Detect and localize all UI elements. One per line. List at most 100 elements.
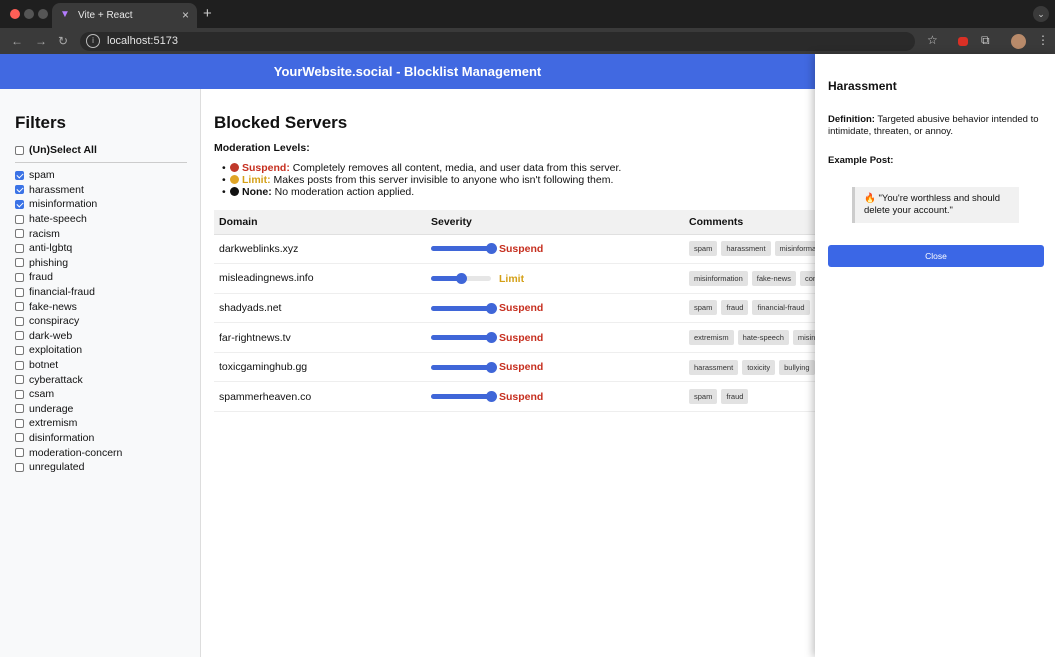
filter-checkbox[interactable] [15,214,24,224]
filter-extremism[interactable]: extremism [15,416,200,431]
comment-tag[interactable]: spam [689,389,718,405]
filter-checkbox[interactable] [15,229,24,239]
filter-checkbox[interactable] [15,331,24,341]
comment-tag[interactable]: spam [689,241,718,257]
severity-slider[interactable] [431,273,491,284]
comment-tag[interactable]: harassment [721,241,771,257]
filter-checkbox[interactable] [15,185,24,195]
severity-label: Suspend [499,361,544,374]
filter-checkbox[interactable] [15,389,24,399]
comment-tag[interactable]: toxicity [742,359,776,375]
comment-tag[interactable]: hate-speech [737,330,789,346]
bookmark-star-icon[interactable]: ☆ [927,33,938,47]
close-button[interactable]: Close [828,245,1044,267]
severity-slider-handle[interactable] [486,332,497,344]
site-info-icon[interactable]: i [86,34,100,48]
filter-dark-web[interactable]: dark-web [15,329,200,344]
filter-botnet[interactable]: botnet [15,358,200,373]
comment-tag[interactable]: misinformation [774,241,815,257]
comment-tag[interactable]: misinformation [792,330,815,346]
comment-tag[interactable]: extremism [689,330,734,346]
severity-slider-handle[interactable] [486,302,497,314]
filter-checkbox[interactable] [15,287,24,297]
filter-conspiracy[interactable]: conspiracy [15,314,200,329]
forward-icon[interactable]: → [35,34,47,48]
filter-checkbox[interactable] [15,258,24,268]
back-icon[interactable]: ← [11,34,23,48]
filter-checkbox[interactable] [15,375,24,385]
select-all-toggle[interactable]: (Un)Select All [15,142,200,158]
filter-hate-speech[interactable]: hate-speech [15,212,200,227]
close-window-icon[interactable] [10,9,20,19]
filter-checkbox[interactable] [15,448,24,458]
filter-checkbox[interactable] [15,199,24,209]
new-tab-icon[interactable]: + [203,5,212,22]
filter-exploitation[interactable]: exploitation [15,343,200,358]
select-all-checkbox[interactable] [15,145,24,155]
extensions-puzzle-icon[interactable]: ⧉ [981,33,990,48]
severity-slider[interactable] [431,361,497,373]
comment-tag[interactable]: fraud [721,300,749,316]
extension-icon[interactable] [958,37,968,46]
comments-column-header[interactable]: Comments [684,210,815,235]
filter-cyberattack[interactable]: cyberattack [15,372,200,387]
browser-menu-icon[interactable]: ⋮ [1037,33,1049,47]
filter-checkbox[interactable] [15,316,24,326]
comment-tag[interactable]: fake-news [751,270,796,286]
filter-financial-fraud[interactable]: financial-fraud [15,285,200,300]
severity-slider-handle[interactable] [456,273,467,284]
maximize-window-icon[interactable] [38,9,48,19]
filter-checkbox[interactable] [15,462,24,472]
reload-icon[interactable]: ↻ [58,34,68,48]
severity-slider-handle[interactable] [486,391,497,403]
filter-csam[interactable]: csam [15,387,200,402]
profile-avatar[interactable] [1011,34,1026,49]
filter-checkbox[interactable] [15,243,24,253]
filter-moderation-concern[interactable]: moderation-concern [15,445,200,460]
comment-tag[interactable]: fraud [721,389,749,405]
filter-checkbox[interactable] [15,360,24,370]
comment-tag[interactable]: misinformation [689,270,748,286]
filter-underage[interactable]: underage [15,402,200,417]
filter-fake-news[interactable]: fake-news [15,299,200,314]
filter-anti-lgbtq[interactable]: anti-lgbtq [15,241,200,256]
table-row: toxicgaminghub.gg Suspend harassment toxici… [214,352,815,383]
filter-checkbox[interactable] [15,345,24,355]
comment-tag[interactable]: bullying [779,359,815,375]
severity-slider[interactable] [431,391,497,403]
filter-racism[interactable]: racism [15,226,200,241]
tab-search-icon[interactable]: ⌄ [1033,6,1049,22]
level-name: None: [242,186,272,198]
filter-unregulated[interactable]: unregulated [15,460,200,475]
filter-checkbox[interactable] [15,272,24,282]
severity-slider[interactable] [431,302,497,314]
filter-spam[interactable]: spam [15,168,200,183]
filter-harassment[interactable]: harassment [15,183,200,198]
url-input[interactable]: i localhost:5173 [80,32,915,51]
filter-fraud[interactable]: fraud [15,270,200,285]
browser-tab[interactable]: ▼ Vite + React × [52,3,197,28]
comment-tag[interactable]: financial-fraud [752,300,810,316]
domain-column-header[interactable]: Domain [214,210,426,235]
filters-sidebar: Filters (Un)Select All spam harassment mis… [0,89,201,657]
domain-cell: far-rightnews.tv [214,322,426,353]
severity-slider-handle[interactable] [486,361,497,373]
filter-phishing[interactable]: phishing [15,256,200,271]
comment-tag[interactable]: conspiracy [799,270,815,286]
filter-disinformation[interactable]: disinformation [15,431,200,446]
filter-misinformation[interactable]: misinformation [15,197,200,212]
severity-slider[interactable] [431,243,497,255]
severity-slider[interactable] [431,332,497,344]
filter-checkbox[interactable] [15,404,24,414]
minimize-window-icon[interactable] [24,9,34,19]
filter-label: phishing [29,256,69,269]
severity-column-header[interactable]: Severity [426,210,684,235]
tab-close-icon[interactable]: × [182,8,189,22]
comment-tag[interactable]: harassment [689,359,739,375]
filter-checkbox[interactable] [15,433,24,443]
filter-checkbox[interactable] [15,302,24,312]
severity-slider-handle[interactable] [486,243,497,255]
comment-tag[interactable]: spam [689,300,718,316]
filter-checkbox[interactable] [15,418,24,428]
filter-checkbox[interactable] [15,170,24,180]
